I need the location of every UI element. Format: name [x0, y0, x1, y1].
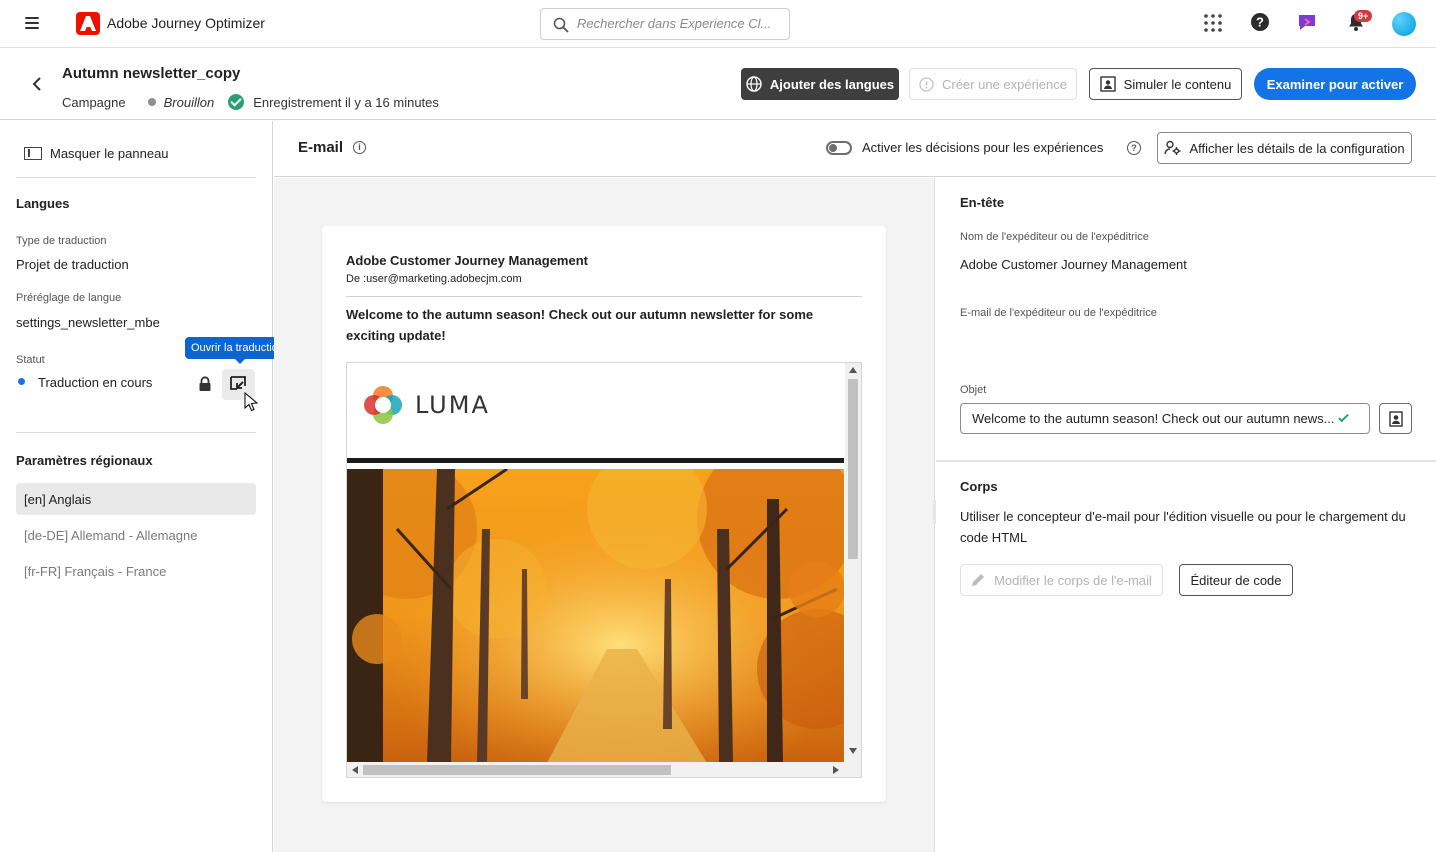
hide-panel-label: Masquer le panneau — [50, 146, 169, 161]
scroll-right-icon[interactable] — [833, 766, 839, 774]
email-title: E-mail — [298, 139, 344, 156]
info-icon[interactable]: i — [353, 141, 367, 154]
preview-sender-name: Adobe Customer Journey Management — [346, 253, 588, 268]
cursor-icon — [244, 392, 258, 412]
review-activate-button[interactable]: Examiner pour activer — [1254, 68, 1416, 100]
language-preset-label: Préréglage de langue — [16, 292, 122, 304]
back-chevron-icon[interactable] — [32, 77, 42, 91]
campaign-meta: Campagne Brouillon Enregistrement il y a… — [62, 94, 439, 110]
hide-panel-button[interactable]: Masquer le panneau — [24, 146, 169, 161]
simulate-content-label: Simuler le contenu — [1123, 76, 1232, 92]
vertical-scroll-thumb[interactable] — [848, 379, 858, 559]
personalization-icon — [1389, 411, 1403, 427]
divider — [16, 177, 256, 178]
divider — [16, 432, 256, 433]
feedback-icon[interactable] — [1297, 12, 1319, 34]
divider — [346, 296, 862, 297]
sender-email-label: E-mail de l'expéditeur ou de l'expéditri… — [960, 307, 1157, 319]
luma-logo-icon — [364, 386, 402, 424]
search-placeholder: Rechercher dans Experience Cl... — [577, 16, 772, 31]
top-bar: Adobe Journey Optimizer Rechercher dans … — [0, 0, 1436, 48]
language-preset-value: settings_newsletter_mbe — [16, 315, 160, 330]
scroll-left-icon[interactable] — [352, 766, 358, 774]
simulate-icon — [1099, 76, 1116, 92]
status-label: Statut — [16, 354, 45, 366]
config-details-label: Afficher les détails de la configuration — [1189, 140, 1405, 156]
email-body-frame[interactable]: LUMA — [346, 362, 862, 778]
subject-line-field[interactable]: Welcome to the autumn season! Check out … — [960, 403, 1370, 434]
body-section-title: Corps — [960, 479, 998, 494]
help-circle-icon[interactable]: ? — [1127, 141, 1141, 155]
create-experience-button[interactable]: Créer une expérience — [909, 68, 1077, 100]
edit-email-body-button[interactable]: Modifier le corps de l'e-mail — [960, 564, 1163, 596]
add-languages-button[interactable]: Ajouter des langues — [741, 68, 899, 100]
sender-name-label: Nom de l'expéditeur ou de l'expéditrice — [960, 231, 1149, 243]
preview-subject: Welcome to the autumn season! Check out … — [346, 307, 814, 343]
app-title[interactable]: Adobe Journey Optimizer — [107, 15, 265, 31]
svg-text:?: ? — [1256, 15, 1264, 30]
menu-icon[interactable] — [25, 17, 39, 29]
locale-item-fr-fr[interactable]: [fr-FR] Français - France — [16, 555, 256, 587]
saved-status: Enregistrement il y a 16 minutes — [253, 94, 439, 110]
personalization-button[interactable] — [1379, 403, 1412, 434]
user-settings-icon — [1164, 140, 1181, 155]
body-description: Utiliser le concepteur d'e-mail pour l'é… — [960, 509, 1406, 545]
sender-name-value: Adobe Customer Journey Management — [960, 257, 1187, 272]
config-details-button[interactable]: Afficher les détails de la configuration — [1157, 132, 1412, 164]
experience-decisions-toggle[interactable] — [826, 141, 852, 155]
scroll-up-icon[interactable] — [849, 367, 857, 373]
help-icon[interactable]: ? — [1250, 12, 1272, 34]
status-dot-icon — [147, 98, 156, 106]
simulate-content-button[interactable]: Simuler le contenu — [1089, 68, 1242, 100]
locale-item-de-de[interactable]: [de-DE] Allemand - Allemagne — [16, 519, 256, 551]
email-toolbar: E-mail i Activer les décisions pour les … — [274, 121, 1436, 177]
user-avatar[interactable] — [1392, 12, 1416, 36]
subject-label: Objet — [960, 384, 987, 396]
campaign-title: Autumn newsletter_copy — [62, 65, 241, 82]
luma-brand-text: LUMA — [415, 391, 490, 419]
header-section-title: En-tête — [960, 195, 1005, 210]
email-preview-card: Adobe Customer Journey Management De :us… — [322, 226, 886, 802]
search-input[interactable]: Rechercher dans Experience Cl... — [540, 8, 790, 40]
scroll-down-icon[interactable] — [849, 748, 857, 754]
header-divider-bar — [347, 458, 844, 463]
translation-type-value: Projet de traduction — [16, 257, 129, 272]
status-dot-icon — [18, 378, 25, 385]
saved-check-icon — [228, 94, 245, 110]
panel-icon — [24, 147, 42, 160]
translation-status-value: Traduction en cours — [38, 375, 153, 390]
alert-circle-icon — [919, 76, 934, 92]
email-properties-panel: En-tête Nom de l'expéditeur ou de l'expé… — [936, 178, 1436, 852]
translation-type-label: Type de traduction — [16, 235, 107, 247]
apps-grid-icon[interactable] — [1202, 12, 1224, 34]
campaign-status: Brouillon — [163, 94, 215, 110]
adobe-logo[interactable] — [76, 12, 100, 35]
notification-badge: 9+ — [1354, 10, 1373, 22]
regional-settings-heading: Paramètres régionaux — [16, 453, 153, 468]
pencil-icon — [972, 574, 985, 586]
edit-email-body-label: Modifier le corps de l'e-mail — [994, 572, 1152, 588]
email-preview-area: Adobe Customer Journey Management De :us… — [274, 178, 935, 852]
campaign-header: Autumn newsletter_copy Campagne Brouillo… — [0, 49, 1436, 120]
code-editor-button[interactable]: Éditeur de code — [1179, 564, 1293, 596]
locale-item-en[interactable]: [en] Anglais — [16, 483, 256, 515]
campaign-type: Campagne — [62, 94, 126, 110]
create-experience-label: Créer une expérience — [941, 76, 1068, 92]
globe-icon — [746, 76, 762, 92]
horizontal-scroll-thumb[interactable] — [363, 765, 671, 775]
languages-heading: Langues — [16, 196, 70, 211]
add-languages-label: Ajouter des langues — [769, 76, 895, 92]
email-heading: E-mail i — [298, 139, 367, 156]
divider — [936, 460, 1436, 462]
vertical-scrollbar[interactable] — [845, 363, 861, 763]
left-panel: Masquer le panneau Langues Type de tradu… — [0, 121, 290, 852]
email-header-block: LUMA — [347, 363, 844, 457]
autumn-forest-image — [347, 469, 844, 763]
experience-decisions-label: Activer les décisions pour les expérienc… — [862, 140, 1104, 155]
lock-icon — [199, 376, 211, 391]
horizontal-scrollbar[interactable] — [347, 762, 861, 777]
preview-from-address: De :user@marketing.adobecjm.com — [346, 273, 522, 285]
search-icon — [553, 17, 569, 33]
